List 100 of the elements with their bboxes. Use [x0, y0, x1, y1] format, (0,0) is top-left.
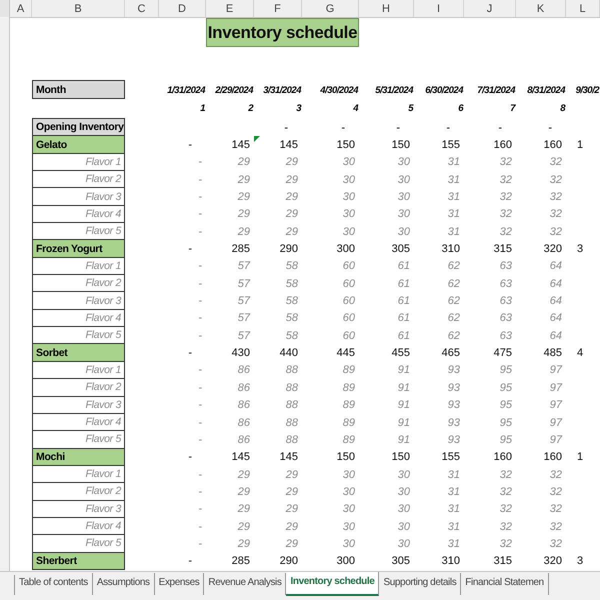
table-cell-text: 30 — [396, 190, 411, 206]
table-cell-text: 305 — [390, 242, 411, 258]
column-header[interactable]: G — [302, 0, 359, 17]
table-cell-text: 58 — [284, 259, 299, 274]
table-cell-text: 93 — [446, 363, 461, 378]
table-cell-text: 60 — [342, 276, 356, 292]
table-cell-text: 86 — [236, 363, 251, 378]
table-cell-text: 315 — [492, 242, 513, 258]
date-cell-text: 1/31/2024 — [166, 84, 206, 98]
table-cell-text: 300 — [336, 554, 356, 570]
table-cell-text: 29 — [284, 207, 299, 222]
column-header[interactable]: D — [159, 0, 206, 17]
table-cell-text: 64 — [548, 276, 563, 292]
table-cell-text: 86 — [236, 416, 251, 431]
table-cell-text: 95 — [498, 416, 513, 431]
table-cell-text: 29 — [236, 468, 251, 483]
table-cell-text: 30 — [342, 155, 356, 170]
date-cell-text: 8/31/2024 — [526, 84, 566, 98]
table-cell-text: - — [197, 328, 203, 344]
date-cell-text: 4/30/2024 — [319, 84, 359, 98]
sheet-title: Inventory schedule — [206, 18, 359, 47]
table-cell-text: 30 — [342, 468, 356, 483]
table-cell-text: 30 — [342, 224, 356, 240]
table-cell-text: 30 — [396, 172, 411, 188]
table-cell-text: 61 — [396, 311, 411, 326]
sheet-tab[interactable]: Table of contents — [15, 573, 93, 596]
table-cell-text: 32 — [548, 155, 563, 170]
table-cell-text: 95 — [498, 432, 513, 448]
table-cell-text: 95 — [498, 380, 513, 396]
table-cell-text: 89 — [342, 398, 356, 414]
sheet-tab[interactable]: Inventory schedule — [286, 572, 380, 596]
table-cell-text: 63 — [498, 311, 513, 326]
table-cell-text: 32 — [548, 502, 563, 518]
sheet-tab[interactable]: Financial Statemen — [461, 573, 549, 596]
table-cell-text: 440 — [278, 346, 299, 362]
flavor-label: Flavor 5 — [32, 430, 125, 449]
table-cell-text: 285 — [230, 242, 251, 258]
table-cell-text: 95 — [498, 363, 513, 378]
table-cell-text: 160 — [492, 138, 513, 154]
period-cell-text: 8 — [559, 102, 566, 116]
table-cell-text: 91 — [396, 398, 411, 414]
table-cell-text: 93 — [446, 398, 461, 414]
table-cell-text: 57 — [236, 276, 252, 292]
flavor-label: Flavor 5 — [32, 326, 125, 344]
table-cell-text: 57 — [236, 294, 252, 310]
table-cell-text: 86 — [236, 398, 251, 414]
table-cell-text: 88 — [284, 380, 299, 396]
table-cell-text: 31 — [446, 172, 461, 188]
select-all-corner[interactable] — [0, 0, 10, 17]
table-cell-text: 4 — [576, 346, 584, 362]
sheet-tab[interactable]: Supporting details — [379, 573, 462, 596]
table-cell-text: 63 — [498, 294, 513, 310]
table-cell-text: 30 — [342, 190, 356, 206]
table-cell-text: 150 — [390, 450, 411, 466]
table-cell-text: 31 — [446, 224, 461, 240]
table-cell-text: 62 — [446, 311, 461, 326]
table-cell-text: 290 — [278, 554, 299, 570]
table-cell-text: 32 — [548, 484, 563, 500]
table-cell-text: 91 — [396, 363, 411, 378]
period-cell-text: 6 — [457, 102, 464, 116]
date-cell-text: 3/31/2024 — [262, 84, 302, 98]
table-cell-text: 29 — [284, 484, 299, 500]
row-label: Opening Inventory — [32, 118, 125, 136]
sheet-tab[interactable]: Assumptions — [92, 573, 155, 596]
column-header[interactable]: H — [359, 0, 414, 17]
table-cell-text: - — [187, 554, 193, 570]
column-header[interactable]: L — [566, 0, 600, 17]
column-header[interactable]: B — [32, 0, 125, 17]
table-cell-text: 290 — [278, 242, 299, 258]
table-cell-text: 60 — [342, 259, 356, 274]
column-header[interactable]: I — [414, 0, 464, 17]
table-cell-text: 32 — [498, 172, 513, 188]
table-cell-text: 29 — [284, 155, 299, 170]
column-header[interactable]: E — [206, 0, 254, 17]
table-cell-text: - — [197, 398, 203, 414]
column-header[interactable]: J — [464, 0, 516, 17]
table-cell-text: 30 — [342, 502, 356, 518]
table-cell-text: 31 — [446, 190, 461, 206]
table-cell-text: 58 — [284, 328, 299, 344]
table-cell-text: 89 — [342, 363, 356, 378]
table-cell-text: - — [497, 120, 503, 136]
table-cell-text: 97 — [548, 416, 564, 431]
sheet-tab[interactable]: Expenses — [154, 573, 204, 596]
table-cell-text: 29 — [236, 172, 251, 188]
table-cell-text: - — [187, 138, 193, 154]
column-header[interactable]: F — [254, 0, 302, 17]
table-cell-text: 29 — [236, 536, 251, 552]
column-header[interactable]: C — [125, 0, 159, 17]
table-cell-text: 32 — [498, 224, 513, 240]
table-cell-text: 430 — [230, 346, 251, 362]
table-cell-text: 29 — [284, 172, 299, 188]
flavor-label: Flavor 2 — [32, 274, 125, 292]
table-cell-text: - — [187, 242, 193, 258]
column-header[interactable]: K — [516, 0, 566, 17]
table-cell-text: 160 — [542, 138, 563, 154]
table-cell-text: 31 — [446, 484, 461, 500]
column-header[interactable]: A — [10, 0, 32, 17]
table-cell-text: 32 — [548, 207, 563, 222]
table-cell-text: 64 — [548, 311, 563, 326]
table-cell-text: - — [197, 520, 203, 535]
